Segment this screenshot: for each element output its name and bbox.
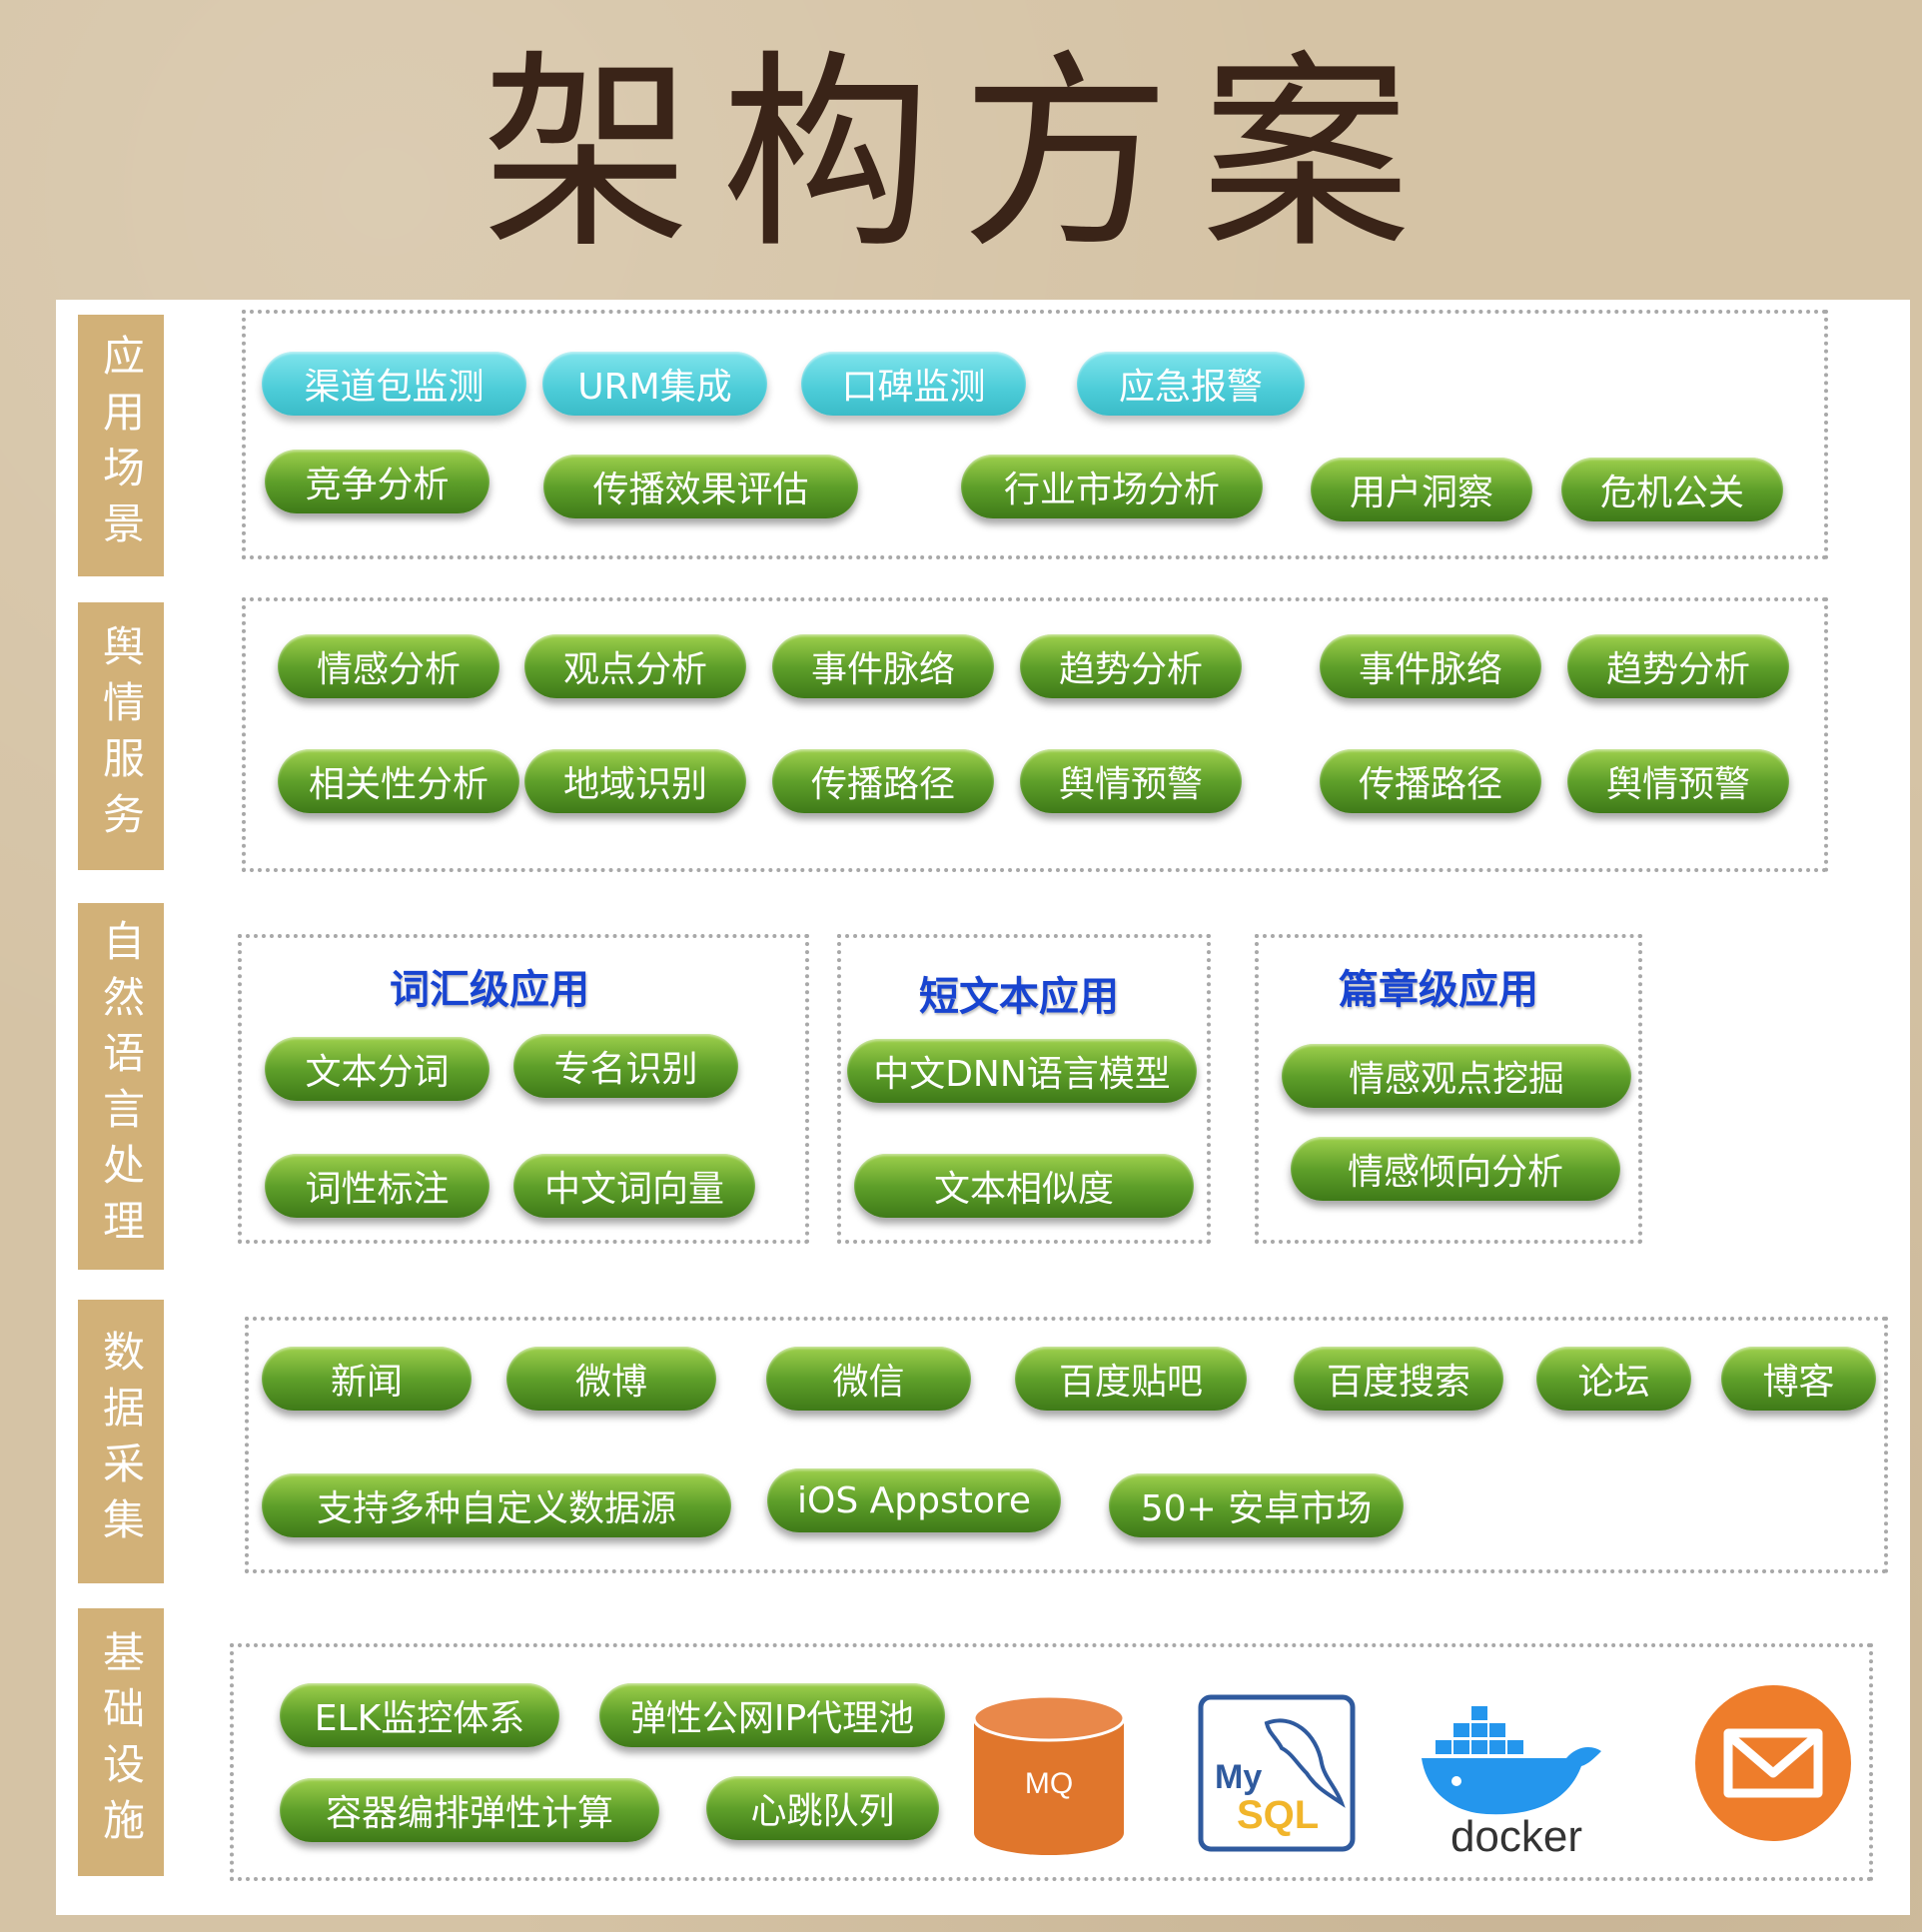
app-item[interactable]: 竞争分析 [265, 450, 489, 513]
layer-label-nlp: 自然语言处理 [78, 903, 164, 1270]
docker-logo: docker [1422, 1706, 1601, 1856]
nlp-item[interactable]: 文本分词 [265, 1037, 489, 1101]
svg-text:docker: docker [1450, 1812, 1582, 1856]
service-item[interactable]: 事件脉络 [1320, 634, 1541, 698]
infra-item[interactable]: 心跳队列 [706, 1776, 939, 1840]
source-item[interactable]: 微信 [766, 1347, 971, 1411]
source-item[interactable]: 微博 [506, 1347, 716, 1411]
nlp-document-level-heading: 篇章级应用 [1339, 967, 1538, 1013]
nlp-item[interactable]: 文本相似度 [854, 1154, 1194, 1218]
source-item[interactable]: 百度贴吧 [1015, 1347, 1247, 1411]
nlp-short-text-heading: 短文本应用 [919, 974, 1119, 1020]
service-item[interactable]: 趋势分析 [1020, 634, 1242, 698]
service-item[interactable]: 舆情预警 [1567, 749, 1789, 813]
app-item[interactable]: 应急报警 [1077, 352, 1305, 416]
app-item[interactable]: 用户洞察 [1311, 458, 1532, 521]
service-item[interactable]: 相关性分析 [278, 749, 519, 813]
app-item[interactable]: 渠道包监测 [262, 352, 526, 416]
app-item[interactable]: 口碑监测 [801, 352, 1026, 416]
source-item[interactable]: iOS Appstore [767, 1468, 1061, 1532]
mysql-logo: My SQL [1198, 1694, 1356, 1852]
application-box [242, 310, 1828, 559]
source-item[interactable]: 新闻 [262, 1347, 472, 1411]
layer-label-application: 应用场景 [78, 315, 164, 576]
mail-icon [1695, 1685, 1851, 1841]
service-item[interactable]: 传播路径 [1320, 749, 1541, 813]
svg-text:MQ: MQ [1025, 1767, 1073, 1800]
nlp-item[interactable]: 专名识别 [513, 1034, 738, 1098]
nlp-item[interactable]: 情感倾向分析 [1291, 1137, 1620, 1201]
mq-cylinder-icon: MQ [972, 1694, 1126, 1855]
app-item[interactable]: 行业市场分析 [961, 455, 1263, 518]
nlp-item[interactable]: 情感观点挖掘 [1282, 1044, 1631, 1108]
service-item[interactable]: 舆情预警 [1020, 749, 1242, 813]
app-item[interactable]: 传播效果评估 [543, 455, 858, 518]
source-item[interactable]: 50+ 安卓市场 [1109, 1473, 1404, 1537]
svg-text:SQL: SQL [1237, 1793, 1319, 1837]
nlp-item[interactable]: 中文DNN语言模型 [847, 1039, 1197, 1103]
infra-item[interactable]: 容器编排弹性计算 [280, 1778, 659, 1842]
nlp-item[interactable]: 中文词向量 [513, 1154, 755, 1218]
source-item[interactable]: 百度搜索 [1294, 1347, 1503, 1411]
nlp-word-level-heading: 词汇级应用 [390, 967, 589, 1013]
app-item[interactable]: URM集成 [542, 352, 767, 416]
page-title: 架构方案 [480, 32, 1441, 277]
service-item[interactable]: 事件脉络 [772, 634, 994, 698]
source-item[interactable]: 博客 [1721, 1347, 1876, 1411]
layer-label-data-collection: 数据采集 [78, 1300, 164, 1583]
service-item[interactable]: 地域识别 [524, 749, 746, 813]
service-item[interactable]: 趋势分析 [1567, 634, 1789, 698]
layer-label-opinion-service: 舆情服务 [78, 602, 164, 870]
infra-item[interactable]: 弹性公网IP代理池 [599, 1683, 945, 1747]
service-item[interactable]: 观点分析 [524, 634, 746, 698]
infra-item[interactable]: ELK监控体系 [280, 1683, 559, 1747]
source-item[interactable]: 论坛 [1536, 1347, 1691, 1411]
app-item[interactable]: 危机公关 [1561, 458, 1783, 521]
source-item[interactable]: 支持多种自定义数据源 [262, 1473, 731, 1537]
service-item[interactable]: 情感分析 [278, 634, 499, 698]
nlp-item[interactable]: 词性标注 [265, 1154, 489, 1218]
layer-label-infrastructure: 基础设施 [78, 1608, 164, 1876]
service-item[interactable]: 传播路径 [772, 749, 994, 813]
svg-text:My: My [1215, 1758, 1262, 1796]
